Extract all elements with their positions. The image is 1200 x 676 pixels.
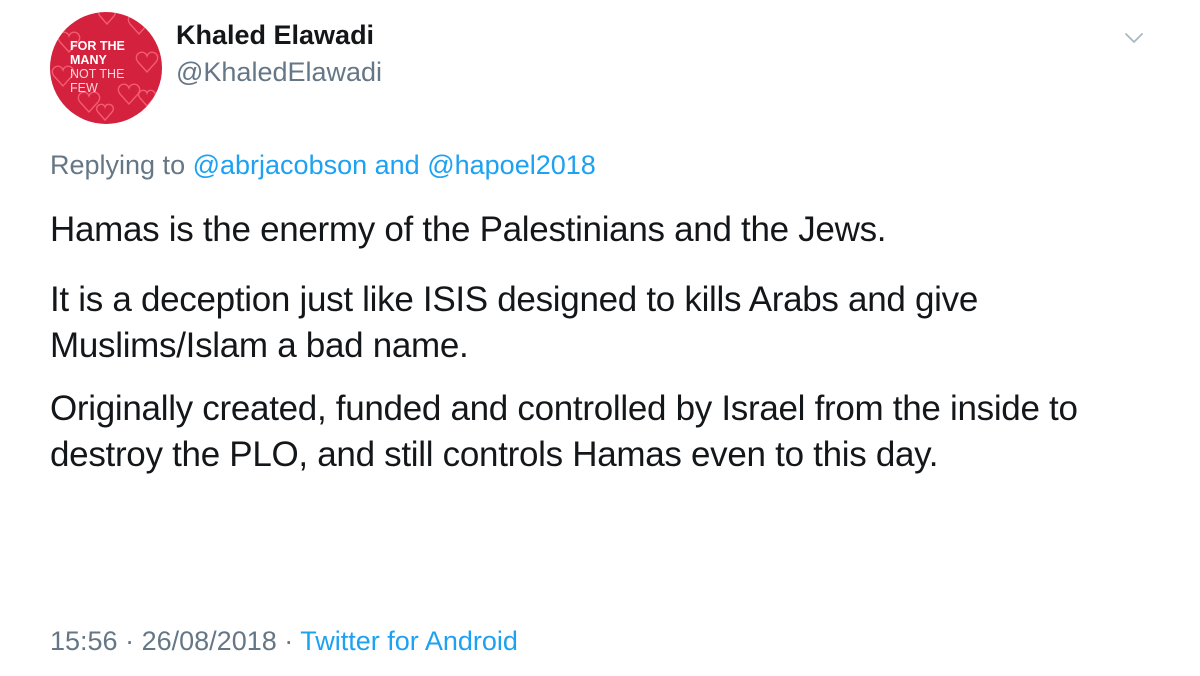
mention-joiner[interactable]: and [375,150,420,180]
tweet-paragraph: Originally created, funded and controlle… [50,389,1078,474]
replying-to-line: Replying to @abrjacobson and @hapoel2018 [50,150,596,181]
avatar-text-line4: FEW [70,81,98,95]
tweet-source-link[interactable]: Twitter for Android [300,626,518,656]
tweet-body: Hamas is the enermy of the Palestinians … [50,207,1160,495]
avatar-text-line3: NOT THE [70,67,125,81]
meta-separator: · [125,626,135,656]
tweet-date: 26/08/2018 [141,626,277,656]
chevron-down-icon[interactable] [1122,26,1146,50]
tweet-paragraph: Hamas is the enermy of the Palestinians … [50,210,887,249]
mention-link[interactable]: @hapoel2018 [427,150,596,180]
meta-separator: · [284,626,294,656]
mention-link[interactable]: @abrjacobson [193,150,368,180]
tweet-meta: 15:56 · 26/08/2018 · Twitter for Android [50,626,518,657]
avatar-text-line1: FOR THE [70,39,125,53]
user-handle[interactable]: @KhaledElawadi [176,57,382,88]
display-name[interactable]: Khaled Elawadi [176,20,374,51]
avatar-text-line2: MANY [70,53,107,67]
tweet-time: 15:56 [50,626,118,656]
avatar[interactable]: FOR THE MANY NOT THE FEW [50,12,162,124]
tweet-paragraph: It is a deception just like ISIS designe… [50,280,978,365]
tweet: FOR THE MANY NOT THE FEW Khaled Elawadi … [0,0,1200,676]
replying-prefix: Replying to [50,150,186,180]
